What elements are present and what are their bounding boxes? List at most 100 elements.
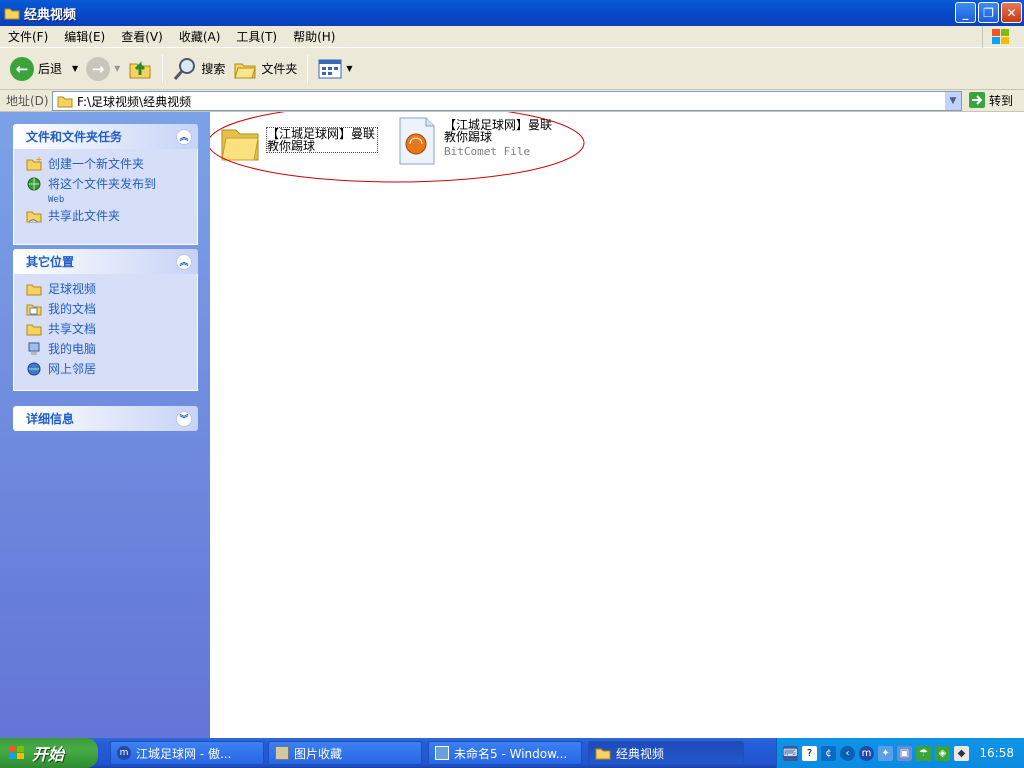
forward-arrow-icon: → (86, 56, 111, 81)
publish-web-suffix: Web (48, 195, 65, 205)
chevron-down-icon[interactable]: ▼ (346, 64, 352, 73)
new-folder-icon (26, 157, 42, 171)
forward-button[interactable]: → ▼ (82, 53, 124, 85)
chevron-down-icon[interactable]: ▼ (114, 64, 120, 73)
taskbar-item-label: 未命名5 - Window... (454, 746, 568, 761)
restore-button[interactable]: ❐ (978, 2, 999, 23)
arrow-icon[interactable]: ‹ (840, 745, 855, 761)
clock: 16:58 (979, 746, 1014, 760)
network-icon (27, 362, 41, 376)
umbrella-icon[interactable]: ☂ (916, 745, 931, 761)
window-title: 经典视频 (24, 7, 77, 23)
folder-name: 【江城足球网】曼联教你踢球 (266, 127, 378, 153)
menu-edit[interactable]: 编辑(E) (56, 28, 113, 45)
place-my-computer[interactable]: 我的电脑 (26, 340, 197, 360)
language-icon[interactable]: ¢ (821, 745, 836, 761)
globe-icon (27, 177, 41, 191)
system-tray: ⌨ ? ¢ ‹ m ✦ ▣ ☂ ◈ ◆ 16:58 (776, 738, 1024, 768)
file-tasks-panel: 文件和文件夹任务 ︽ 创建一个新文件夹 将这个文件夹发布到 Web 共享此文件夹 (13, 124, 198, 245)
details-panel: 详细信息 ︾ (13, 406, 198, 431)
search-label: 搜索 (201, 62, 226, 76)
go-arrow-icon (969, 92, 985, 108)
share-folder-label: 共享此文件夹 (48, 209, 121, 223)
file-list[interactable]: 【江城足球网】曼联教你踢球 【江城足球网】曼联教你踢球 BitComet Fil… (210, 112, 1024, 738)
start-button[interactable]: 开始 (0, 738, 98, 768)
menu-bar: 文件(F) 编辑(E) 查看(V) 收藏(A) 工具(T) 帮助(H) (0, 26, 1024, 48)
file-tasks-header[interactable]: 文件和文件夹任务 ︽ (13, 124, 198, 149)
new-folder-link[interactable]: 创建一个新文件夹 (26, 155, 197, 175)
place-label: 我的电脑 (48, 342, 97, 356)
address-label: 地址(D) (6, 94, 49, 108)
taskbar-item-label: 图片收藏 (294, 746, 343, 761)
paint-icon (435, 746, 449, 760)
folder-icon (4, 8, 20, 20)
chevron-down-icon[interactable]: ▼ (72, 64, 78, 73)
file-type: BitComet File (444, 145, 531, 158)
bitcomet-file-item[interactable]: 【江城足球网】曼联教你踢球 BitComet File (396, 116, 556, 166)
taskbar-item-active[interactable]: 经典视频 (588, 741, 744, 765)
search-icon (174, 57, 196, 80)
title-bar[interactable]: 经典视频 _ ❐ ✕ (0, 0, 1024, 26)
address-bar: 地址(D) F:\足球视频\经典视频 ▼ 转到 (0, 90, 1024, 112)
back-label: 后退 (38, 62, 63, 76)
windows-logo-icon (982, 26, 1018, 48)
task-pane: 文件和文件夹任务 ︽ 创建一个新文件夹 将这个文件夹发布到 Web 共享此文件夹 (0, 112, 210, 738)
menu-view[interactable]: 查看(V) (113, 28, 171, 45)
up-folder-icon (129, 60, 151, 78)
computer-icon (28, 342, 40, 355)
file-tasks-title: 文件和文件夹任务 (26, 130, 123, 144)
views-button[interactable]: ▼ (314, 54, 356, 84)
keyboard-icon[interactable]: ⌨ (783, 745, 798, 761)
views-icon (318, 59, 342, 78)
folder-icon (595, 748, 611, 760)
menu-file[interactable]: 文件(F) (0, 28, 56, 45)
place-my-documents[interactable]: 我的文档 (26, 300, 197, 320)
my-documents-icon (26, 304, 42, 316)
green-icon[interactable]: ◈ (935, 745, 950, 761)
folder-icon (26, 284, 42, 296)
place-football-videos[interactable]: 足球视频 (26, 280, 197, 300)
collapse-icon[interactable]: ︽ (176, 253, 192, 270)
folders-button[interactable]: 文件夹 (229, 54, 301, 84)
taskbar-item[interactable]: 图片收藏 (268, 741, 422, 765)
taskbar-item[interactable]: m 江城足球网 - 傲... (110, 741, 264, 765)
minimize-button[interactable]: _ (955, 2, 976, 23)
go-button[interactable]: 转到 (968, 91, 1013, 109)
collapse-icon[interactable]: ︽ (176, 128, 192, 145)
taskbar-item[interactable]: 未命名5 - Window... (428, 741, 582, 765)
details-header[interactable]: 详细信息 ︾ (13, 406, 198, 431)
expand-icon[interactable]: ︾ (176, 410, 192, 427)
back-button[interactable]: ← 后退 ▼ (6, 53, 82, 85)
tool-icon[interactable]: ✦ (878, 745, 893, 761)
menu-favorites[interactable]: 收藏(A) (171, 28, 229, 45)
place-network[interactable]: 网上邻居 (26, 360, 197, 380)
folder-item[interactable]: 【江城足球网】曼联教你踢球 (220, 122, 378, 162)
place-label: 我的文档 (48, 302, 97, 316)
search-button[interactable]: 搜索 (169, 53, 229, 85)
taskbar-item-label: 经典视频 (616, 746, 665, 761)
menu-help[interactable]: 帮助(H) (285, 28, 343, 45)
folder-icon (26, 324, 42, 336)
publish-web-link[interactable]: 将这个文件夹发布到 Web (26, 175, 197, 207)
maxthon-icon: m (117, 746, 131, 760)
chevron-down-icon[interactable]: ▼ (944, 92, 961, 110)
close-button[interactable]: ✕ (1001, 2, 1022, 23)
volume-icon[interactable]: ◆ (954, 745, 969, 761)
up-folder-button[interactable] (124, 53, 156, 85)
other-places-header[interactable]: 其它位置 ︽ (13, 249, 198, 274)
help-icon[interactable]: ? (802, 745, 817, 761)
share-folder-link[interactable]: 共享此文件夹 (26, 207, 197, 227)
place-shared-documents[interactable]: 共享文档 (26, 320, 197, 340)
address-input[interactable]: F:\足球视频\经典视频 ▼ (52, 91, 962, 111)
address-value: F:\足球视频\经典视频 (77, 94, 192, 109)
menu-tools[interactable]: 工具(T) (228, 28, 285, 45)
network-icon[interactable]: ▣ (897, 745, 912, 761)
place-label: 足球视频 (48, 282, 97, 296)
publish-web-label: 将这个文件夹发布到 (48, 177, 157, 191)
folders-label: 文件夹 (261, 62, 298, 76)
maxthon-icon[interactable]: m (859, 745, 874, 761)
place-label: 网上邻居 (48, 362, 97, 376)
other-places-panel: 其它位置 ︽ 足球视频 我的文档 共享文档 我的电脑 网上邻居 (13, 249, 198, 391)
details-title: 详细信息 (26, 412, 75, 426)
folder-icon (57, 96, 73, 108)
